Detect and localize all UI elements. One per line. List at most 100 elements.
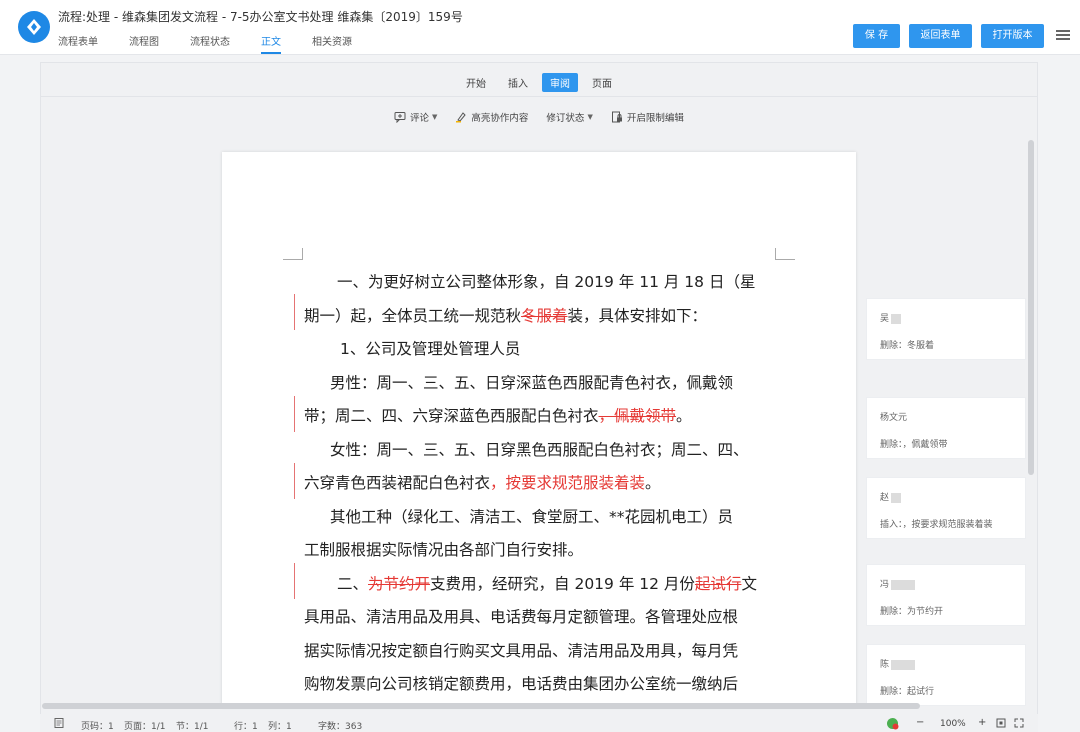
revision-bar	[294, 563, 295, 599]
comment-card[interactable]: 吴 删除：冬服着	[866, 298, 1026, 360]
restrict-edit-label: 开启限制编辑	[626, 113, 684, 124]
status-pages: 页面：1/1	[124, 722, 166, 732]
comment-text: 删除：为节约开	[880, 607, 944, 617]
status-page-code: 页码：1	[81, 722, 114, 732]
comment-author: 赵	[880, 490, 902, 503]
fullscreen-icon[interactable]	[1014, 718, 1024, 728]
document-icon[interactable]	[54, 718, 64, 728]
status-section: 节：1/1	[176, 722, 209, 732]
ribbon-tab-insert[interactable]: 插入	[500, 73, 536, 92]
body-text: 六穿青色西装裙配白色衬衣	[304, 474, 491, 492]
redacted-name	[891, 659, 916, 670]
comment-text: 删除：起试行	[880, 687, 935, 697]
tab-body[interactable]: 正文	[261, 33, 281, 54]
document-line: 其他工种（绿化工、清洁工、食堂厨工、**花园机电工）员	[304, 501, 786, 535]
save-button[interactable]: 保 存	[853, 24, 900, 48]
body-text: 。	[676, 407, 692, 425]
ribbon-tab-page[interactable]: 页面	[584, 73, 620, 92]
document-line: 期一）起，全体员工统一规范秋冬服着装，具体安排如下：	[304, 300, 786, 334]
body-text: 男性：周一、三、五、日穿深蓝色西服配青色衬衣，佩戴领	[330, 373, 734, 392]
redacted-name	[891, 492, 902, 503]
deleted-text: ，佩戴领带	[598, 407, 677, 425]
margin-corner-mark	[283, 248, 303, 260]
body-text: 据实际情况按定额自行购买文具用品、清洁用品及用具，每月凭	[304, 641, 739, 660]
document-line: 一、为更好树立公司整体形象，自 2019 年 11 月 18 日（星	[304, 266, 786, 300]
tab-status[interactable]: 流程状态	[190, 33, 230, 54]
ribbon-tabs: 开始 插入 审阅 页面	[40, 73, 1038, 92]
document-line: 女性：周一、三、五、日穿黑色西服配白色衬衣；周二、四、	[304, 434, 786, 468]
document-line: 带；周二、四、六穿深蓝色西服配白色衬衣，佩戴领带。	[304, 400, 786, 434]
highlight-tool[interactable]: 高亮协作内容	[455, 110, 528, 124]
fit-page-icon[interactable]	[996, 718, 1006, 728]
document-line: 1、公司及管理处管理人员	[304, 333, 786, 367]
body-text: 工制服根据实际情况由各部门自行安排。	[304, 541, 584, 559]
ribbon-tab-home[interactable]: 开始	[458, 73, 494, 92]
comment-card[interactable]: 陈 删除：起试行	[866, 644, 1026, 706]
status-word-count: 字数：363	[318, 722, 363, 732]
comment-tool[interactable]: 评论 ▼	[394, 110, 437, 124]
header-tabs: 流程表单 流程图 流程状态 正文 相关资源	[58, 33, 383, 54]
document-line: 据实际情况按定额自行购买文具用品、清洁用品及用具，每月凭	[304, 635, 786, 669]
deleted-text: 冬服着	[521, 306, 568, 325]
inserted-text: ，按要求规范服装着装	[490, 474, 646, 492]
document-line: 工制服根据实际情况由各部门自行安排。	[304, 534, 786, 568]
tab-flowchart[interactable]: 流程图	[129, 33, 159, 54]
vertical-scrollbar[interactable]	[1028, 140, 1034, 475]
restrict-edit-tool[interactable]: 开启限制编辑	[611, 110, 684, 124]
comment-card[interactable]: 冯 删除：为节约开	[866, 564, 1026, 626]
status-col: 列：1	[268, 722, 292, 732]
redacted-name	[891, 579, 916, 590]
zoom-out-button[interactable]: −	[916, 717, 924, 728]
comment-author: 陈	[880, 657, 916, 670]
back-to-form-button[interactable]: 返回表单	[909, 24, 972, 48]
comment-text: 删除：，佩戴领带	[880, 440, 948, 450]
open-version-button[interactable]: 打开版本	[981, 24, 1044, 48]
document-body[interactable]: 一、为更好树立公司整体形象，自 2019 年 11 月 18 日（星期一）起，全…	[304, 266, 786, 702]
document-line: 具用品、清洁用品及用具、电话费每月定额管理。各管理处应根	[304, 601, 786, 635]
document-page[interactable]: 一、为更好树立公司整体形象，自 2019 年 11 月 18 日（星期一）起，全…	[222, 152, 856, 707]
document-line: 男性：周一、三、五、日穿深蓝色西服配青色衬衣，佩戴领	[304, 367, 786, 401]
body-text: 具用品、清洁用品及用具、电话费每月定额管理。各管理处应根	[304, 608, 739, 626]
margin-corner-mark	[775, 248, 795, 260]
deleted-text: 起试行	[694, 574, 742, 593]
body-text: 文	[741, 574, 757, 593]
body-text: 。	[645, 474, 661, 492]
comment-author: 杨文元	[880, 413, 908, 423]
document-line: 六穿青色西装裙配白色衬衣，按要求规范服装着装。	[304, 467, 786, 501]
revision-status-label: 修订状态	[546, 113, 585, 124]
body-text: 其他工种（绿化工、清洁工、食堂厨工、**花园机电工）员	[330, 507, 734, 526]
body-text: 支费用，经研究，自 2019 年 12 月份	[430, 574, 695, 593]
status-bar: 页码：1 页面：1/1 节：1/1 行：1 列：1 字数：363 − 100% …	[40, 714, 1038, 732]
chevron-down-icon: ▼	[432, 113, 438, 121]
revision-status-tool[interactable]: 修订状态 ▼	[546, 110, 592, 124]
lock-document-icon	[611, 111, 622, 123]
comment-card[interactable]: 杨文元 删除：，佩戴领带	[866, 397, 1026, 459]
tab-form[interactable]: 流程表单	[58, 33, 98, 54]
document-line: 二、为节约开支费用，经研究，自 2019 年 12 月份起试行文	[304, 568, 786, 602]
comment-label: 评论	[410, 113, 430, 124]
comment-author: 冯	[880, 577, 916, 590]
body-text: 期一）起，全体员工统一规范秋	[304, 306, 522, 325]
comment-card[interactable]: 赵 插入：，按要求规范服装着装	[866, 477, 1026, 539]
deleted-text: 为节约开	[368, 574, 431, 593]
chevron-down-icon: ▼	[587, 113, 593, 121]
body-text: 装，具体安排如下：	[567, 306, 708, 325]
body-text: 一、为更好树立公司整体形象，自 2019 年 11 月 18 日（星	[337, 273, 756, 291]
revision-bar	[294, 294, 295, 330]
ribbon-divider	[40, 96, 1038, 97]
zoom-level: 100%	[940, 719, 966, 729]
globe-icon[interactable]	[886, 717, 899, 730]
review-toolbar: 评论 ▼ 高亮协作内容 修订状态 ▼ 开启限制编辑	[394, 110, 702, 124]
logo-icon	[27, 19, 41, 35]
comment-author: 吴	[880, 311, 902, 324]
horizontal-scrollbar[interactable]	[42, 703, 920, 709]
tab-resources[interactable]: 相关资源	[312, 33, 352, 54]
body-text: 带；周二、四、六穿深蓝色西服配白色衬衣	[304, 407, 599, 425]
document-line: 购物发票向公司核销定额费用，电话费由集团办公室统一缴纳后	[304, 668, 786, 702]
revision-bar	[294, 463, 295, 499]
ribbon-tab-review[interactable]: 审阅	[542, 73, 578, 92]
highlight-label: 高亮协作内容	[471, 113, 529, 124]
menu-icon[interactable]	[1056, 28, 1072, 44]
comment-text: 插入：，按要求规范服装着装	[880, 520, 993, 530]
zoom-in-button[interactable]: +	[978, 717, 986, 728]
